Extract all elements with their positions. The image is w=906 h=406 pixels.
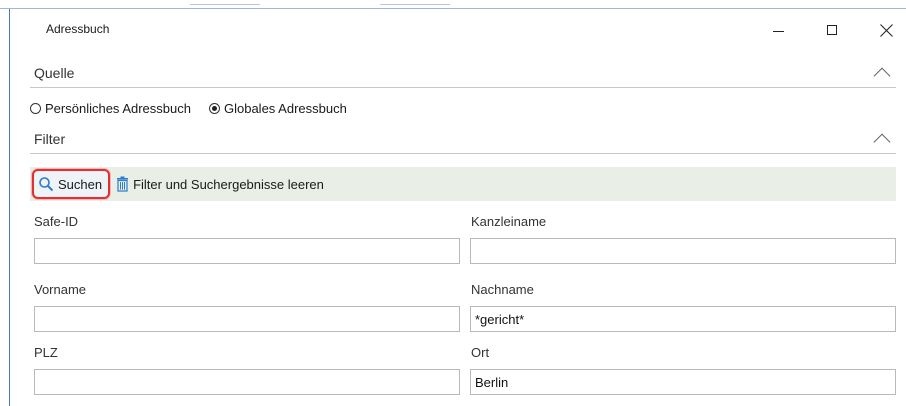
source-section-header: Quelle (30, 59, 896, 88)
maximize-button[interactable] (812, 15, 852, 45)
clear-filter-label: Filter und Suchergebnisse leeren (133, 176, 324, 192)
ort-field[interactable] (470, 369, 896, 395)
plz-field[interactable] (34, 369, 460, 395)
kanzleiname-label: Kanzleiname (471, 214, 547, 229)
chevron-up-icon (873, 67, 891, 85)
nachname-label: Nachname (471, 282, 534, 297)
minimize-icon (772, 30, 784, 32)
radio-label-personal: Persönliches Adressbuch (45, 100, 191, 116)
filter-toolbar: Suchen Filter und Suchergebnisse leeren (30, 167, 896, 201)
magnifier-icon (39, 177, 54, 192)
trash-icon (117, 176, 129, 192)
source-collapse-button[interactable] (872, 65, 892, 85)
background-decor (380, 0, 450, 5)
radio-button-checked[interactable] (208, 102, 220, 114)
close-button[interactable] (866, 15, 906, 45)
maximize-icon (827, 25, 837, 35)
nachname-field[interactable] (470, 306, 896, 332)
close-icon (880, 24, 893, 37)
radio-button-unchecked[interactable] (30, 102, 41, 114)
radio-personal-addressbook[interactable]: Persönliches Adressbuch (30, 101, 191, 116)
plz-label: PLZ (34, 345, 58, 360)
search-button-label: Suchen (58, 176, 103, 192)
window-title: Adressbuch (46, 22, 110, 36)
radio-label-global: Globales Adressbuch (223, 100, 347, 116)
background-decor (190, 0, 260, 5)
filter-section-title: Filter (34, 131, 66, 147)
vorname-label: Vorname (34, 282, 87, 297)
vorname-field[interactable] (34, 306, 460, 332)
safe-id-label: Safe-ID (34, 214, 79, 229)
ort-label: Ort (471, 345, 490, 360)
source-radio-group: Persönliches Adressbuch Globales Adressb… (30, 98, 365, 118)
clear-filter-button[interactable]: Filter und Suchergebnisse leeren (116, 171, 324, 197)
title-bar: Adressbuch (10, 9, 906, 49)
address-book-dialog: Adressbuch Quelle Persönliches Adressbuc… (9, 9, 906, 406)
radio-global-addressbook[interactable]: Globales Adressbuch (208, 100, 347, 116)
safe-id-field[interactable] (34, 238, 460, 264)
kanzleiname-field[interactable] (470, 238, 896, 264)
source-section-title: Quelle (34, 65, 75, 81)
background-window-strip (0, 0, 906, 9)
search-button[interactable]: Suchen (32, 169, 111, 199)
minimize-button[interactable] (758, 15, 798, 45)
filter-section-header: Filter (30, 125, 896, 154)
filter-collapse-button[interactable] (872, 131, 892, 151)
chevron-up-icon (873, 133, 891, 151)
